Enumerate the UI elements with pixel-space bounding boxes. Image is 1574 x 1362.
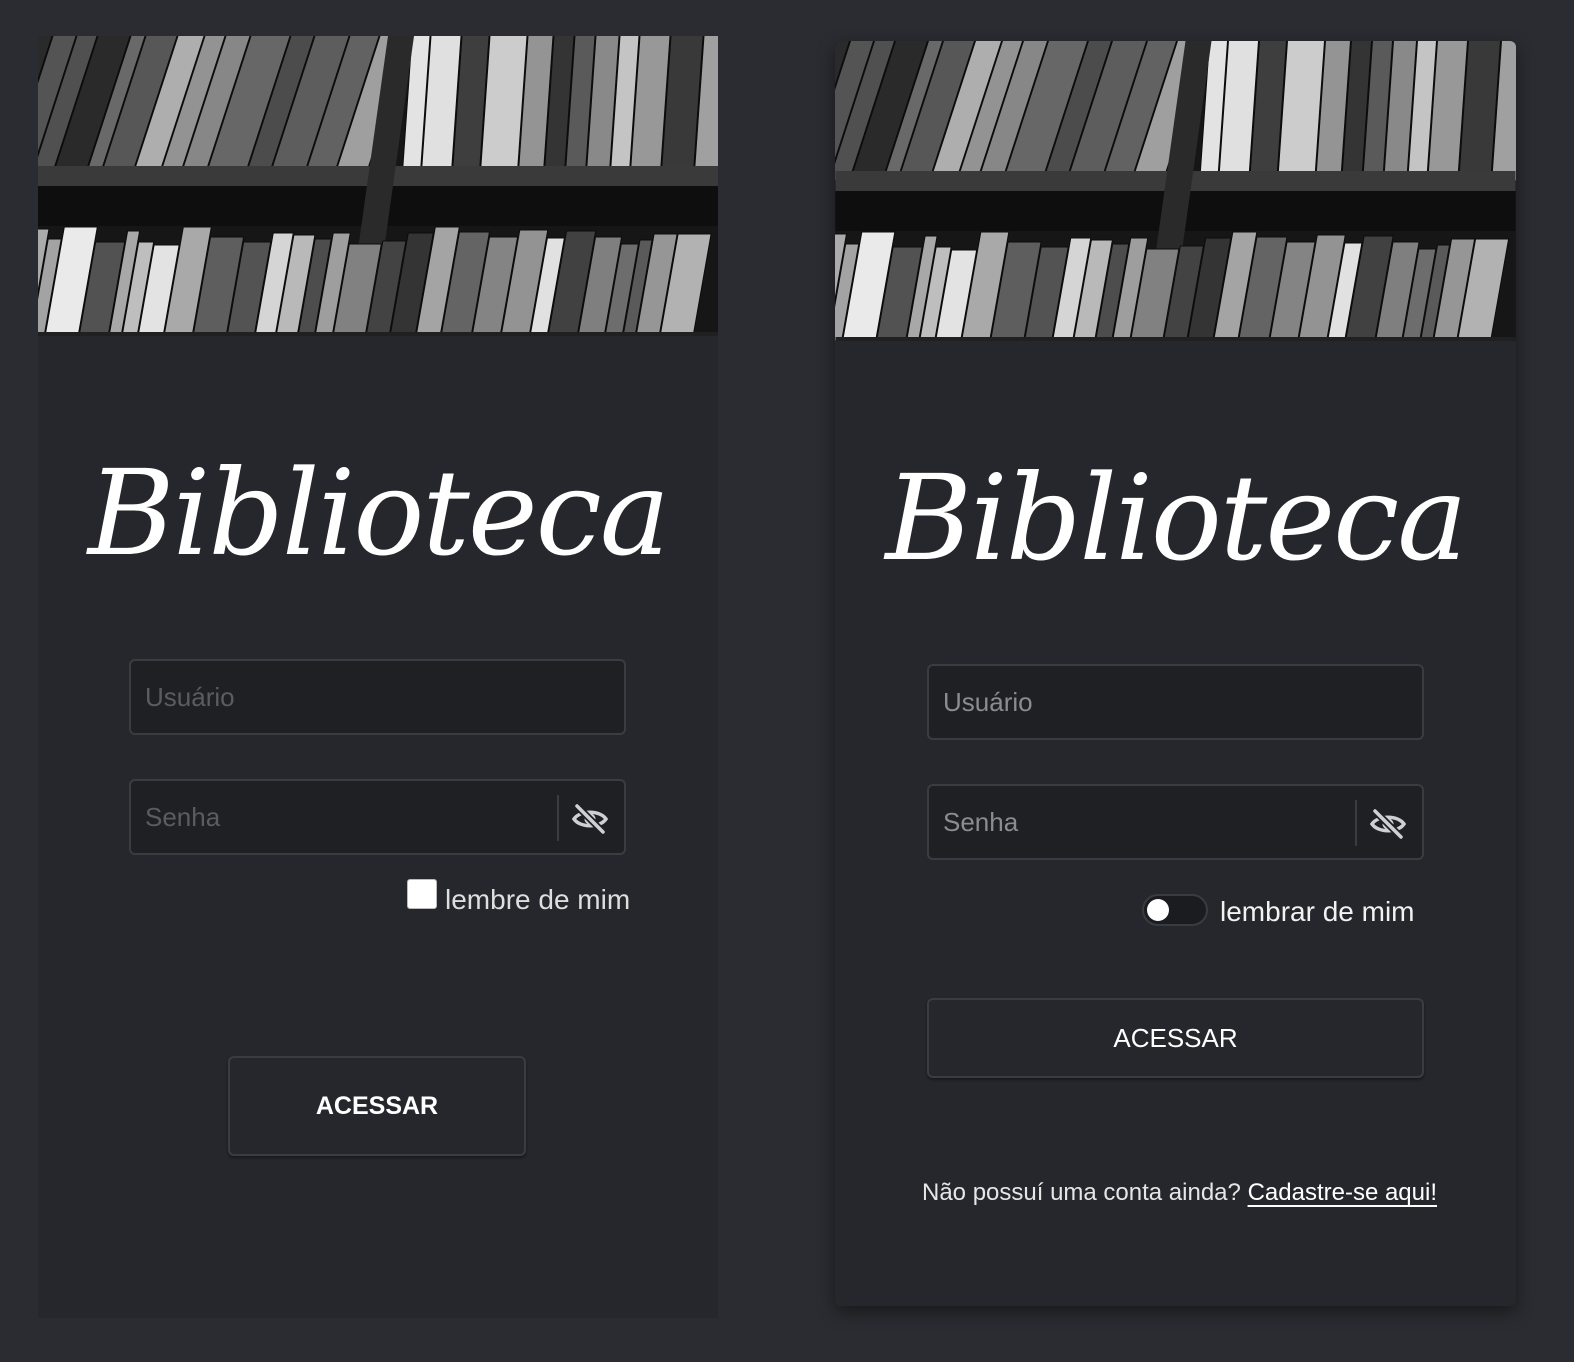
eye-slash-icon[interactable] [1368,804,1408,844]
password-field[interactable] [129,779,626,855]
username-field[interactable] [129,659,626,735]
signup-link[interactable]: Cadastre-se aqui! [1248,1179,1437,1206]
acessar-button-label: ACESSAR [1113,1022,1238,1053]
username-field[interactable] [927,664,1424,740]
password-input[interactable] [929,786,1349,858]
eye-slash-icon[interactable] [570,799,610,839]
acessar-button[interactable]: ACESSAR [927,998,1424,1078]
signup-prompt: Não possuí uma conta ainda? Cadastre-se … [922,1179,1437,1207]
bookshelf-image [835,41,1516,341]
remember-toggle[interactable] [1142,894,1208,926]
username-input[interactable] [131,661,624,733]
password-divider [557,795,559,841]
acessar-button[interactable]: ACESSAR [228,1056,526,1156]
acessar-button-label: ACESSAR [315,1091,439,1120]
bookshelf-image [38,36,718,336]
login-card-right: Biblioteca lembrar de mim ACESSAR Não po… [835,41,1516,1306]
toggle-knob [1147,899,1169,921]
username-input[interactable] [929,666,1422,738]
password-input[interactable] [131,781,551,853]
password-field[interactable] [927,784,1424,860]
app-title: Biblioteca [87,444,670,582]
login-card-left: Biblioteca lembre de mim ACESSAR [38,36,718,1318]
app-title: Biblioteca [885,449,1467,587]
remember-label: lembrar de mim [1220,896,1415,927]
remember-label: lembre de mim [445,884,631,915]
password-divider [1355,800,1357,846]
signup-prompt-text: Não possuí uma conta ainda? [922,1179,1241,1206]
remember-checkbox[interactable] [407,879,437,909]
